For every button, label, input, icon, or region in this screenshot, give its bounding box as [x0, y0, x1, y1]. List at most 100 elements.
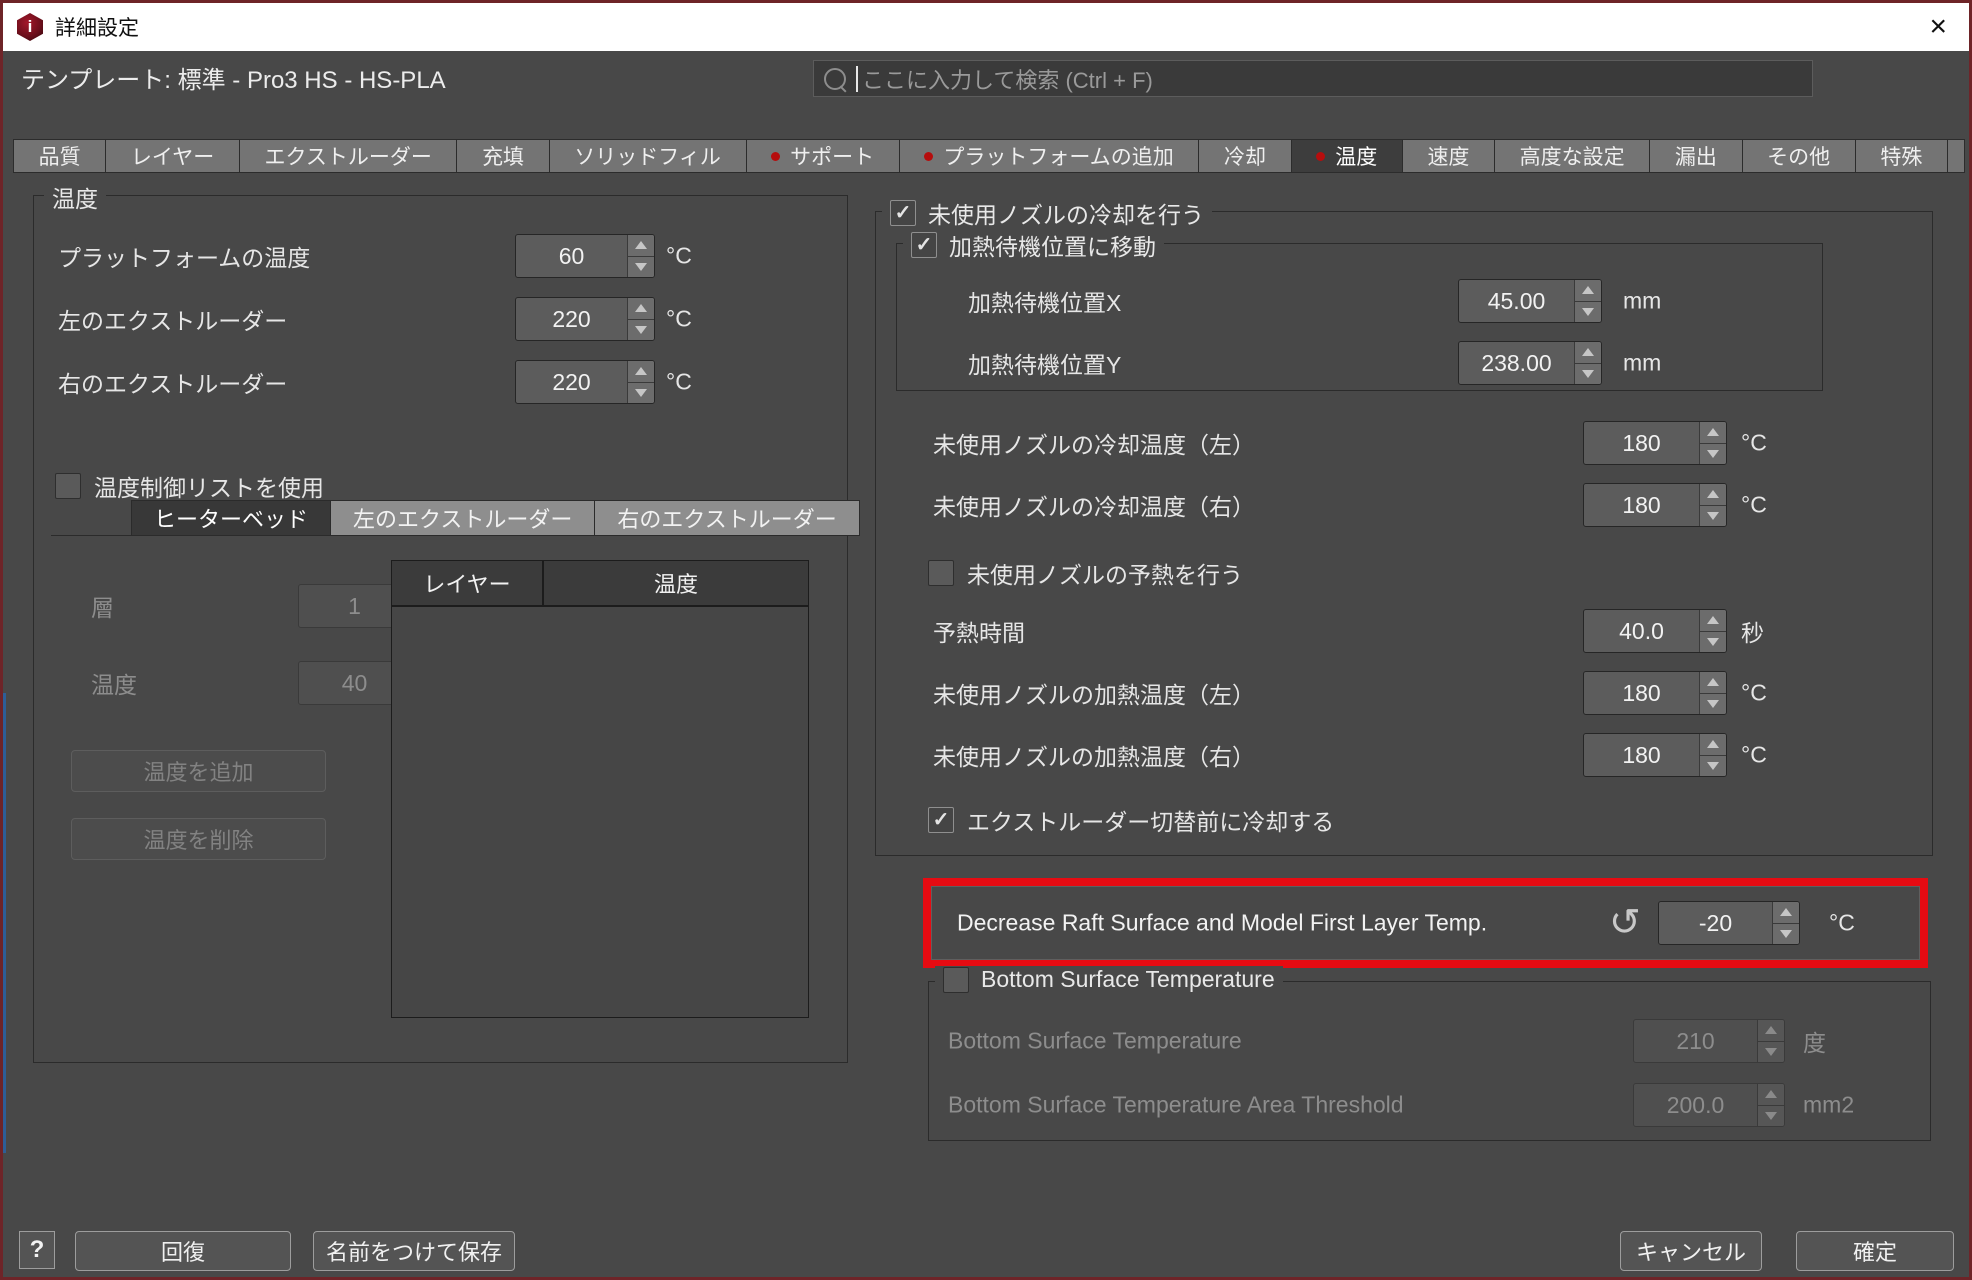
- standby-x-value[interactable]: 45.00: [1459, 280, 1574, 322]
- spin-up-button[interactable]: [628, 235, 654, 257]
- preheat-unused-checkbox[interactable]: 未使用ノズルの予熱を行う: [928, 556, 1243, 590]
- unit-label: °C: [666, 306, 692, 333]
- spin-down-button[interactable]: [1773, 924, 1799, 945]
- cool-temp-right-label: 未使用ノズルの冷却温度（右）: [933, 488, 1255, 522]
- cool-temp-right-row: 未使用ノズルの冷却温度（右） 180 °C: [933, 483, 1793, 527]
- unit-label: 度: [1803, 1024, 1826, 1058]
- bottom-temp-value: 210: [1634, 1020, 1757, 1062]
- tab-quality[interactable]: 品質: [13, 139, 106, 173]
- spin-down-button[interactable]: [628, 383, 654, 404]
- temp-list-table[interactable]: レイヤー 温度: [391, 560, 809, 1018]
- subtab-right-extruder[interactable]: 右のエクストルーダー: [594, 500, 859, 536]
- unit-label: °C: [666, 243, 692, 270]
- tab-other[interactable]: その他: [1742, 139, 1856, 173]
- tab-overflow-stub[interactable]: [1947, 139, 1965, 173]
- spin-down-button[interactable]: [1575, 302, 1601, 323]
- tab-advanced[interactable]: 高度な設定: [1494, 139, 1650, 173]
- cool-temp-right-spinner[interactable]: 180: [1583, 483, 1727, 527]
- decrease-raft-spinner[interactable]: -20: [1658, 901, 1800, 945]
- spin-down-button[interactable]: [1700, 444, 1726, 465]
- standby-y-value[interactable]: 238.00: [1459, 342, 1574, 384]
- table-body-empty[interactable]: [392, 607, 808, 1019]
- cool-temp-left-label: 未使用ノズルの冷却温度（左）: [933, 426, 1255, 460]
- tab-speed[interactable]: 速度: [1402, 139, 1495, 173]
- temperature-group-title: 温度: [44, 180, 106, 214]
- bottom-surface-checkbox[interactable]: [943, 967, 969, 993]
- confirm-button[interactable]: 確定: [1796, 1231, 1954, 1271]
- tab-infill[interactable]: 充填: [456, 139, 549, 173]
- standby-x-row: 加熱待機位置X 45.00 mm: [968, 279, 1668, 323]
- standby-x-spinner[interactable]: 45.00: [1458, 279, 1602, 323]
- right-extruder-temp-value[interactable]: 220: [516, 361, 627, 403]
- reset-icon[interactable]: ↺: [1609, 904, 1641, 942]
- tab-solid-fill[interactable]: ソリッドフィル: [549, 139, 747, 173]
- tab-support[interactable]: サポート: [746, 139, 900, 173]
- tab-platform-addition[interactable]: プラットフォームの追加: [899, 139, 1200, 173]
- checkbox-box[interactable]: [928, 807, 954, 833]
- heat-temp-right-spinner[interactable]: 180: [1583, 733, 1727, 777]
- cool-unused-nozzle-checkbox[interactable]: [890, 200, 916, 226]
- spin-up-button[interactable]: [628, 298, 654, 320]
- subtab-heated-bed[interactable]: ヒーターベッド: [131, 500, 331, 536]
- spin-up-button[interactable]: [1700, 734, 1726, 756]
- cool-temp-right-value[interactable]: 180: [1584, 484, 1699, 526]
- preheat-time-value[interactable]: 40.0: [1584, 610, 1699, 652]
- checkbox-box[interactable]: [928, 560, 954, 586]
- standby-y-spinner[interactable]: 238.00: [1458, 341, 1602, 385]
- help-button[interactable]: ?: [19, 1231, 55, 1269]
- use-temp-list-checkbox[interactable]: 温度制御リストを使用: [55, 469, 324, 503]
- unit-label: °C: [1741, 492, 1767, 519]
- spin-down-button[interactable]: [1575, 364, 1601, 385]
- spin-down-button[interactable]: [1700, 694, 1726, 715]
- tab-layer[interactable]: レイヤー: [105, 139, 240, 173]
- tab-special[interactable]: 特殊: [1855, 139, 1948, 173]
- preheat-time-spinner[interactable]: 40.0: [1583, 609, 1727, 653]
- spin-up-button[interactable]: [1575, 342, 1601, 364]
- checkbox-box[interactable]: [55, 473, 81, 499]
- tab-extruder[interactable]: エクストルーダー: [239, 139, 458, 173]
- table-header-row: レイヤー 温度: [392, 561, 808, 607]
- tab-cooling[interactable]: 冷却: [1198, 139, 1291, 173]
- heat-temp-left-value[interactable]: 180: [1584, 672, 1699, 714]
- tab-ooze[interactable]: 漏出: [1649, 139, 1742, 173]
- tab-temperature[interactable]: 温度: [1291, 139, 1403, 173]
- decrease-raft-highlight-row: Decrease Raft Surface and Model First La…: [923, 878, 1928, 968]
- cool-temp-left-value[interactable]: 180: [1584, 422, 1699, 464]
- save-as-button[interactable]: 名前をつけて保存: [313, 1231, 515, 1271]
- unit-label: 秒: [1741, 614, 1764, 648]
- bottom-temp-label: Bottom Surface Temperature: [948, 1028, 1242, 1055]
- left-extruder-temp-spinner[interactable]: 220: [515, 297, 655, 341]
- decrease-raft-value[interactable]: -20: [1659, 902, 1772, 944]
- close-icon[interactable]: ×: [1929, 12, 1947, 42]
- bottom-area-spinner: 200.0: [1633, 1083, 1785, 1127]
- spin-up-button[interactable]: [1773, 902, 1799, 924]
- right-extruder-temp-spinner[interactable]: 220: [515, 360, 655, 404]
- preheat-time-row: 予熱時間 40.0 秒: [933, 609, 1793, 653]
- standby-x-label: 加熱待機位置X: [968, 284, 1121, 318]
- cancel-button[interactable]: キャンセル: [1620, 1231, 1762, 1271]
- spin-up-button[interactable]: [1700, 422, 1726, 444]
- search-input[interactable]: ここに入力して検索 (Ctrl + F): [813, 60, 1813, 97]
- spin-up-button[interactable]: [1575, 280, 1601, 302]
- spin-down-button: [1758, 1106, 1784, 1127]
- temp-list-subtabs: ヒーターベッド 左のエクストルーダー 右のエクストルーダー: [131, 500, 860, 536]
- heat-temp-left-spinner[interactable]: 180: [1583, 671, 1727, 715]
- subtab-left-extruder[interactable]: 左のエクストルーダー: [330, 500, 595, 536]
- cool-before-switch-checkbox[interactable]: エクストルーダー切替前に冷却する: [928, 803, 1334, 837]
- spin-down-button[interactable]: [628, 320, 654, 341]
- spin-up-button[interactable]: [1700, 610, 1726, 632]
- platform-temp-value[interactable]: 60: [516, 235, 627, 277]
- heat-temp-right-value[interactable]: 180: [1584, 734, 1699, 776]
- cool-temp-left-spinner[interactable]: 180: [1583, 421, 1727, 465]
- spin-up-button[interactable]: [1700, 672, 1726, 694]
- spin-down-button[interactable]: [1700, 632, 1726, 653]
- left-extruder-temp-value[interactable]: 220: [516, 298, 627, 340]
- platform-temp-spinner[interactable]: 60: [515, 234, 655, 278]
- spin-up-button[interactable]: [1700, 484, 1726, 506]
- spin-up-button[interactable]: [628, 361, 654, 383]
- restore-button[interactable]: 回復: [75, 1231, 291, 1271]
- spin-down-button[interactable]: [1700, 506, 1726, 527]
- spin-down-button[interactable]: [1700, 756, 1726, 777]
- spin-down-button[interactable]: [628, 257, 654, 278]
- move-standby-checkbox[interactable]: [911, 232, 937, 258]
